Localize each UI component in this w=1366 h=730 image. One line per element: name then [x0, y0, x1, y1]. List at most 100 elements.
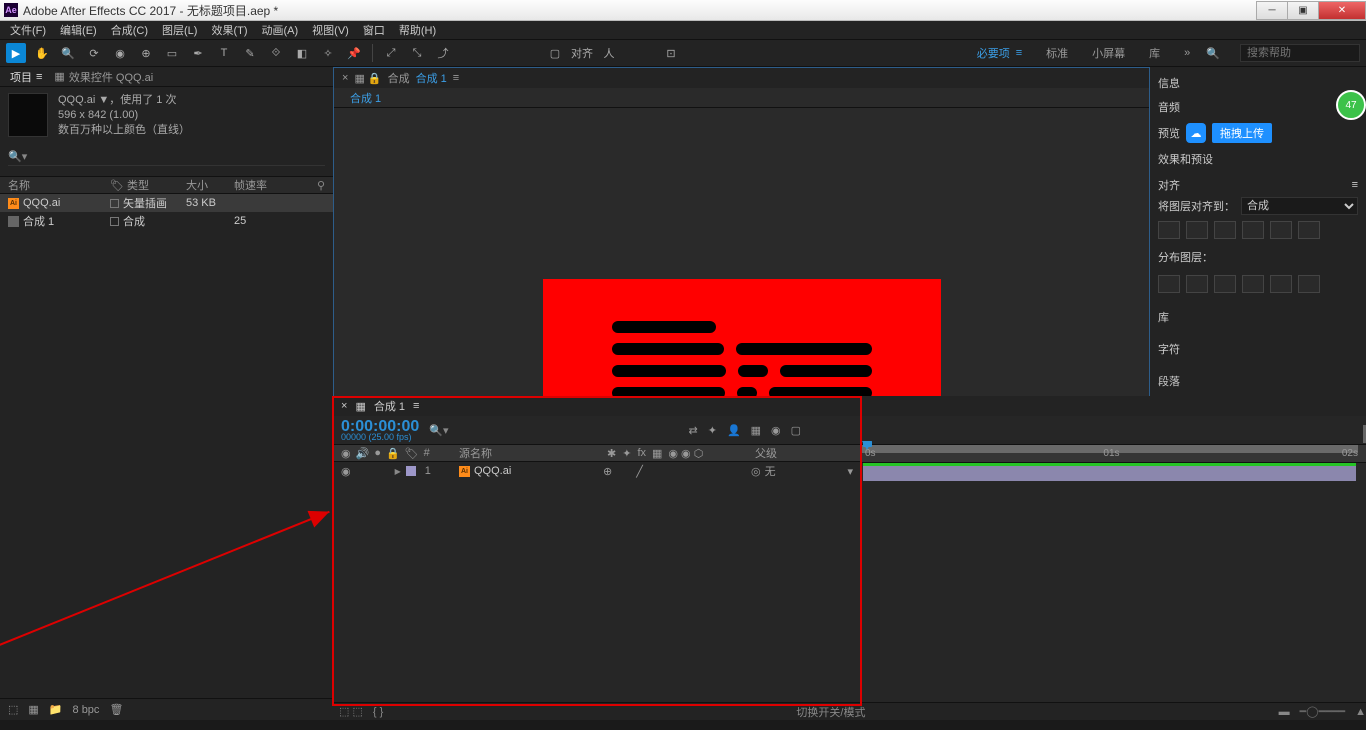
bracket-icon[interactable]: { }	[373, 706, 383, 718]
panel-paragraph[interactable]: 段落	[1158, 373, 1358, 389]
header-fps[interactable]: 帧速率	[234, 177, 282, 193]
search-ext-icon[interactable]: ⊡	[661, 43, 681, 63]
panel-effects[interactable]: 效果和预设	[1158, 147, 1358, 171]
toggle-switches-icon[interactable]: ⬚ ⬚	[339, 705, 363, 718]
roto-tool-icon[interactable]: ✧	[318, 43, 338, 63]
zoom-tool-icon[interactable]: 🔍	[58, 43, 78, 63]
align-right-icon[interactable]	[1214, 221, 1236, 239]
align-hcenter-icon[interactable]	[1186, 221, 1208, 239]
panel-audio[interactable]: 音频	[1158, 95, 1358, 119]
workspace-current[interactable]: 必要项	[977, 45, 1010, 61]
align-bottom-icon[interactable]	[1298, 221, 1320, 239]
parent-value[interactable]: 无	[765, 463, 776, 479]
orbit-tool-icon[interactable]: ⟳	[84, 43, 104, 63]
maximize-button[interactable]: ▣	[1287, 1, 1319, 20]
align-vcenter-icon[interactable]	[1270, 221, 1292, 239]
interpret-icon[interactable]: ⬚	[8, 703, 18, 716]
align-menu-icon[interactable]: ≡	[1352, 179, 1358, 191]
menu-anim[interactable]: 动画(A)	[258, 21, 303, 39]
zoom-slider[interactable]: ━◯━━━━	[1300, 705, 1345, 718]
align-target-select[interactable]: 合成	[1241, 197, 1358, 215]
layer-mode-1[interactable]: ⊕	[603, 465, 612, 478]
text-tool-icon[interactable]: T	[214, 43, 234, 63]
label-col-icon[interactable]: 🏷	[405, 447, 419, 460]
motion-blur-icon[interactable]: ◉	[771, 424, 781, 437]
puppet-tool-icon[interactable]: 📌	[344, 43, 364, 63]
cloud-icon[interactable]: ☁	[1186, 123, 1206, 143]
delete-icon[interactable]: 🗑	[109, 703, 123, 716]
parent-dropdown-icon[interactable]: ▾	[847, 465, 861, 478]
hand-tool-icon[interactable]: ✋	[32, 43, 52, 63]
local-axis-icon[interactable]: ⤢	[381, 43, 401, 63]
comp-name[interactable]: 合成 1	[416, 70, 447, 86]
layer-duration-bar[interactable]	[863, 466, 1356, 481]
panel-preview[interactable]: 预览	[1158, 125, 1180, 141]
panel-library[interactable]: 库	[1158, 309, 1358, 325]
comp-menu-icon[interactable]: ≡	[453, 72, 459, 84]
snap-guide-icon[interactable]: 人	[599, 43, 619, 63]
header-parent[interactable]: 父级	[751, 445, 861, 461]
workspace-menu-icon[interactable]: ≡	[1016, 47, 1022, 59]
menu-layer[interactable]: 图层(L)	[158, 21, 201, 39]
solo-col-icon[interactable]: ●	[374, 447, 381, 460]
tab-effect-controls[interactable]: ▦ 效果控件 QQQ.ai	[54, 69, 153, 85]
timeline-layer-row[interactable]: ◉ ▶ 1 Ai QQQ.ai ⊕ ╱	[333, 462, 861, 480]
menu-file[interactable]: 文件(F)	[6, 21, 50, 39]
panel-align[interactable]: 对齐	[1158, 177, 1180, 193]
close-button[interactable]: ✕	[1318, 1, 1366, 20]
header-source-name[interactable]: 源名称	[455, 445, 603, 461]
eye-col-icon[interactable]: ◉	[341, 447, 351, 460]
notification-badge[interactable]: 47	[1336, 90, 1366, 120]
dist-1-icon[interactable]	[1158, 275, 1180, 293]
toggle-mode-label[interactable]: 切换开关/模式	[393, 704, 1268, 720]
timeline-tab[interactable]: 合成 1	[374, 398, 405, 414]
panel-info[interactable]: 信息	[1158, 71, 1358, 95]
world-axis-icon[interactable]: ⤡	[407, 43, 427, 63]
dist-4-icon[interactable]	[1242, 275, 1264, 293]
graph-editor-icon[interactable]: ▢	[791, 424, 801, 437]
dist-6-icon[interactable]	[1298, 275, 1320, 293]
parent-pickwhip-icon[interactable]: ◎	[751, 465, 761, 478]
draft3d-icon[interactable]: ✦	[708, 424, 717, 437]
workspace-more-icon[interactable]: »	[1184, 47, 1190, 59]
project-search[interactable]: 🔍▾	[8, 150, 325, 166]
dist-3-icon[interactable]	[1214, 275, 1236, 293]
menu-edit[interactable]: 编辑(E)	[56, 21, 101, 39]
project-row[interactable]: 合成 1 合成 25	[0, 212, 333, 230]
menu-window[interactable]: 窗口	[359, 21, 389, 39]
comp-close-icon[interactable]: ×	[342, 72, 348, 84]
menu-comp[interactable]: 合成(C)	[107, 21, 152, 39]
anchor-tool-icon[interactable]: ⊕	[136, 43, 156, 63]
header-size[interactable]: 大小	[186, 177, 234, 193]
menu-view[interactable]: 视图(V)	[308, 21, 353, 39]
frame-blend-icon[interactable]: ▦	[751, 424, 761, 437]
rotate-tool-icon[interactable]: ◉	[110, 43, 130, 63]
workspace-lib[interactable]: 库	[1149, 45, 1160, 61]
new-folder-icon[interactable]: 📁	[49, 703, 63, 716]
playhead-icon[interactable]	[862, 441, 872, 450]
timeline-search-icon[interactable]: 🔍▾	[429, 424, 448, 437]
rect-tool-icon[interactable]: ▭	[162, 43, 182, 63]
pen-tool-icon[interactable]: ✒	[188, 43, 208, 63]
menu-help[interactable]: 帮助(H)	[395, 21, 440, 39]
zoom-in-icon[interactable]: ▲	[1355, 706, 1366, 718]
layer-mode-2[interactable]: ╱	[636, 465, 643, 478]
dist-5-icon[interactable]	[1270, 275, 1292, 293]
dist-2-icon[interactable]	[1186, 275, 1208, 293]
project-row[interactable]: AiQQQ.ai 矢量插画 53 KB	[0, 194, 333, 212]
layer-color-chip[interactable]	[406, 466, 416, 476]
align-top-icon[interactable]	[1242, 221, 1264, 239]
comp-lock-icon[interactable]: ▦ 🔒	[354, 72, 381, 85]
zoom-out-icon[interactable]: ▬	[1279, 706, 1290, 718]
brush-tool-icon[interactable]: ✎	[240, 43, 260, 63]
timeline-menu-icon[interactable]: ≡	[413, 400, 419, 412]
selection-tool-icon[interactable]: ▶	[6, 43, 26, 63]
new-comp-icon[interactable]: ▦	[28, 703, 38, 716]
view-axis-icon[interactable]: ⤴	[433, 43, 453, 63]
timeline-close-icon[interactable]: ×	[341, 400, 347, 412]
tab-project[interactable]: 项目 ≡	[10, 69, 42, 85]
workspace-standard[interactable]: 标准	[1046, 45, 1068, 61]
panel-character[interactable]: 字符	[1158, 341, 1358, 357]
layer-visibility-icon[interactable]: ◉	[341, 465, 351, 478]
layer-name[interactable]: QQQ.ai	[474, 465, 511, 477]
